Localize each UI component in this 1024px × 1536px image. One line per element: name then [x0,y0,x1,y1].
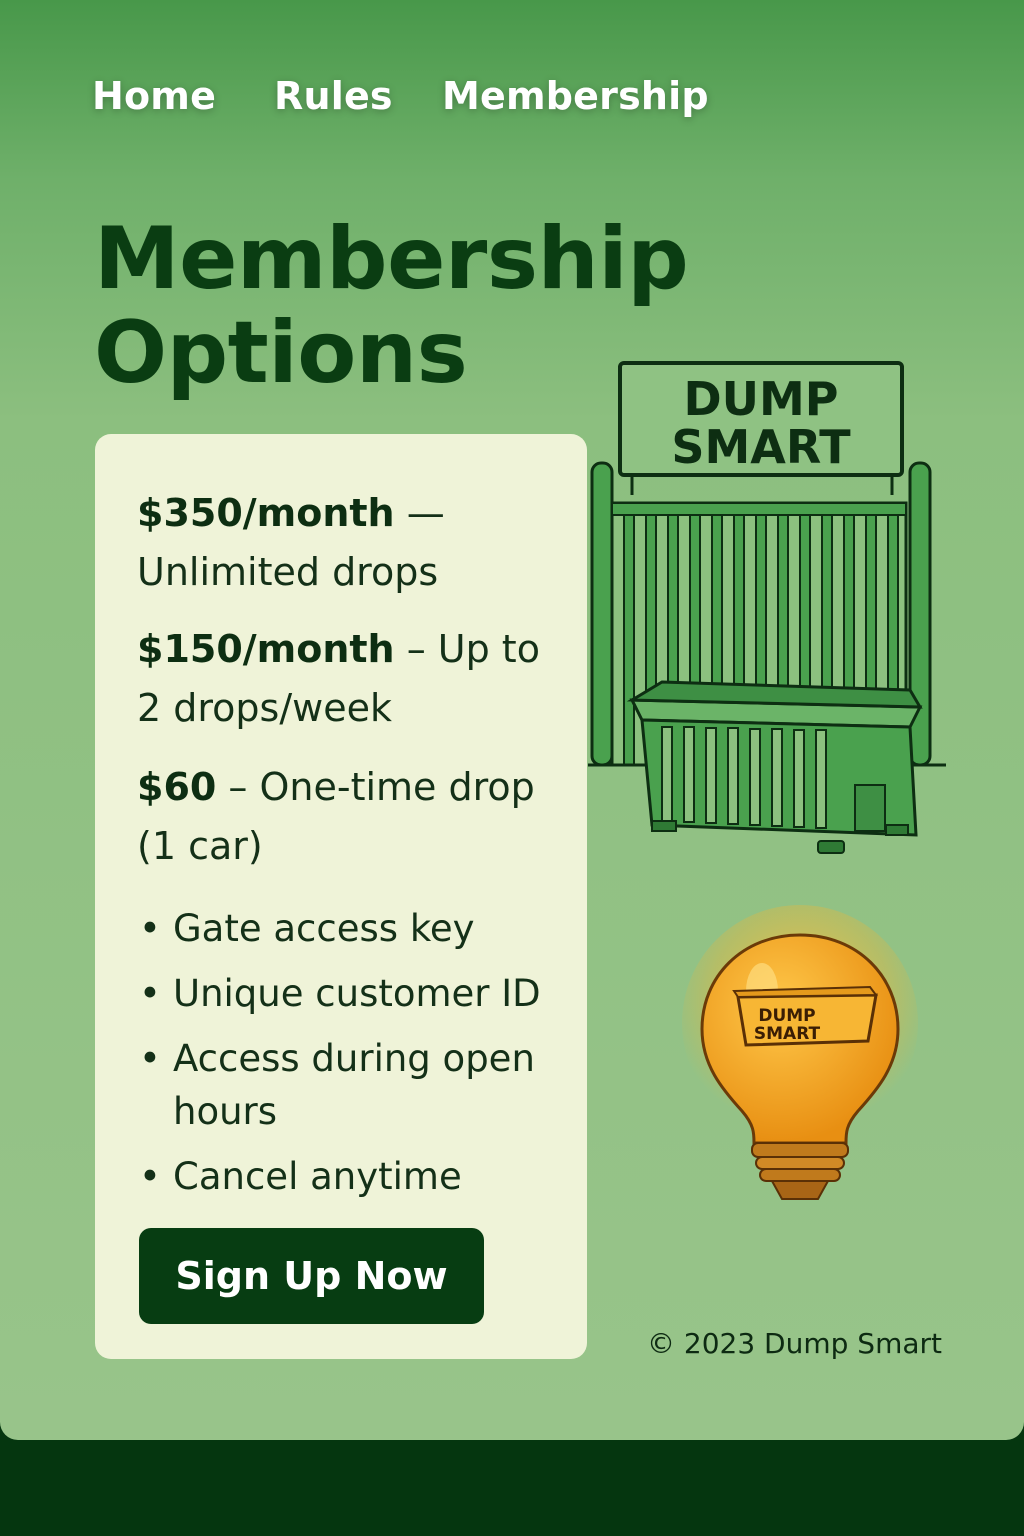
feature-open-hours: • Access during open hours [137,1032,557,1138]
gate-dumpster-icon: DUMP SMART [588,361,946,854]
bullet-icon: • [139,972,161,1015]
feature-gate-access: • Gate access key [137,902,557,955]
feature-label: Unique customer ID [173,972,541,1015]
plan-one-time: $60 – One-time drop (1 car) [137,758,557,876]
sign-text-line-2: SMART [671,420,851,474]
feature-cancel-anytime: • Cancel anytime [137,1150,557,1203]
plan-price: $60 [137,765,217,809]
bullet-icon: • [139,1155,161,1198]
lightbulb-icon: DUMP SMART [682,905,918,1200]
footer-copyright: © 2023 Dump Smart [646,1327,942,1360]
sign-text-line-1: DUMP [683,372,838,426]
bulb-label-line-1: DUMP [758,1006,815,1026]
gate-post-left [590,461,614,767]
plan-unlimited: $350/month — Unlimited drops [137,484,557,602]
bulb-label-line-2: SMART [754,1024,821,1044]
feature-label: Access during open hours [173,1037,535,1133]
nav-rules-link[interactable]: Rules [274,74,393,118]
membership-card: $350/month — Unlimited drops $150/month … [95,434,587,1359]
nav-membership-link[interactable]: Membership [442,74,709,118]
plan-price: $150/month [137,627,395,671]
nav-home-link[interactable]: Home [92,74,216,118]
bullet-icon: • [139,907,161,950]
plan-price: $350/month [137,491,395,535]
feature-label: Cancel anytime [173,1155,462,1198]
page-title-line-1: Membership [94,209,689,309]
sign-up-button[interactable]: Sign Up Now [139,1228,484,1324]
bulb-dumpster-label: DUMP SMART [732,985,878,1047]
feature-customer-id: • Unique customer ID [137,967,557,1020]
bullet-icon: • [139,1037,161,1080]
plan-two-drops: $150/month – Up to 2 drops/week [137,620,557,738]
page-title-line-2: Options [94,303,468,403]
feature-label: Gate access key [173,907,475,950]
page: Home Rules Membership Membership Options… [0,0,1024,1440]
feature-list: • Gate access key • Unique customer ID • Ac… [137,902,557,1203]
dumpster-door [854,784,886,832]
